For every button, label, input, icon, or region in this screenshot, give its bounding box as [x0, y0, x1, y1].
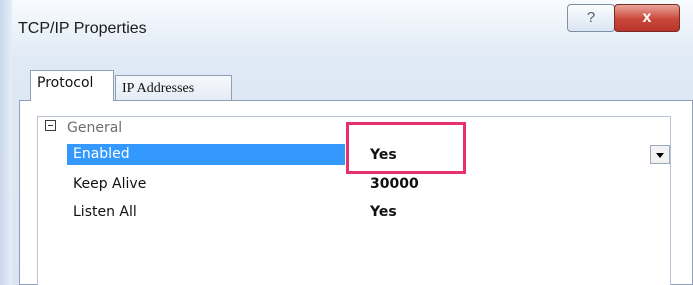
property-value-listen-all[interactable]: Yes — [364, 202, 397, 223]
tab-ip-addresses[interactable]: IP Addresses — [115, 75, 232, 101]
close-button[interactable]: x — [614, 4, 680, 32]
help-button[interactable]: ? — [567, 4, 615, 32]
category-general: General — [67, 120, 123, 136]
highlight-annotation — [346, 122, 466, 174]
chevron-down-icon[interactable] — [650, 145, 670, 164]
window-title: TCP/IP Properties — [18, 20, 147, 37]
property-value-keep-alive[interactable]: 30000 — [364, 174, 419, 195]
tab-protocol[interactable]: Protocol — [30, 70, 114, 101]
minus-box-icon[interactable] — [45, 120, 56, 131]
window-edge — [0, 0, 12, 285]
properties-dialog: TCP/IP Properties ? x Protocol IP Addres… — [0, 0, 693, 285]
property-name-keep-alive[interactable]: Keep Alive — [67, 174, 345, 195]
property-name-enabled[interactable]: Enabled — [67, 144, 345, 165]
property-name-listen-all[interactable]: Listen All — [67, 202, 345, 223]
